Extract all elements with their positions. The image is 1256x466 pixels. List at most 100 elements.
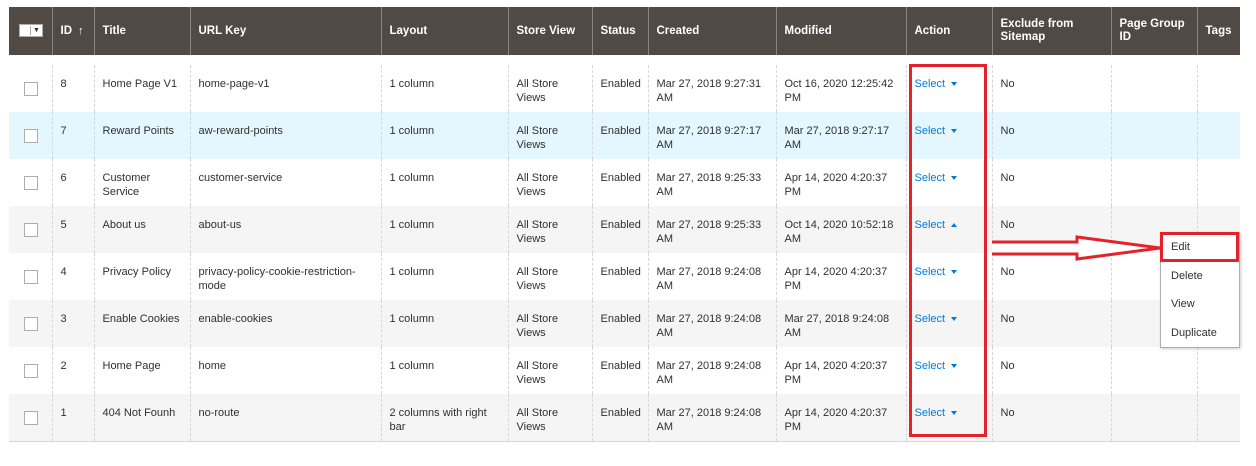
table-row[interactable]: 3 Enable Cookies enable-cookies 1 column All… (9, 300, 1240, 347)
cell-id: 6 (52, 159, 95, 206)
action-dropdown-menu: Edit Delete View Duplicate (1160, 232, 1240, 348)
cell-id: 7 (52, 112, 95, 159)
cell-tags (1197, 159, 1240, 206)
row-checkbox[interactable] (24, 223, 38, 237)
caret-down-icon (951, 411, 958, 416)
grid-header-row: ▼ ID ↑ Title URL Key Layout Store View St… (9, 7, 1240, 55)
column-header-url-key[interactable]: URL Key (190, 7, 382, 55)
action-select-label: Select (914, 407, 946, 419)
cell-created: Mar 27, 2018 9:24:08 AM (648, 253, 777, 300)
caret-down-icon (951, 317, 958, 322)
action-select-label: Select (914, 125, 946, 137)
cell-status: Enabled (592, 206, 649, 253)
column-header-store-view[interactable]: Store View (508, 7, 593, 55)
cell-layout: 1 column (381, 300, 509, 347)
cell-exclude-sitemap: No (992, 347, 1112, 394)
cell-store-view: All Store Views (508, 347, 593, 394)
column-header-created[interactable]: Created (648, 7, 777, 55)
column-header-status[interactable]: Status (592, 7, 649, 55)
table-row[interactable]: 4 Privacy Policy privacy-policy-cookie-res… (9, 253, 1240, 300)
cell-status: Enabled (592, 159, 649, 206)
cell-created: Mar 27, 2018 9:25:33 AM (648, 206, 777, 253)
column-header-id[interactable]: ID ↑ (52, 7, 95, 55)
column-header-action: Action (906, 7, 993, 55)
caret-down-icon (951, 176, 958, 181)
cell-url-key: customer-service (190, 159, 382, 206)
cell-created: Mar 27, 2018 9:24:08 AM (648, 300, 777, 347)
cell-id: 8 (52, 65, 95, 112)
cell-id: 4 (52, 253, 95, 300)
table-row[interactable]: 2 Home Page home 1 column All Store Views Ena… (9, 347, 1240, 394)
cell-exclude-sitemap: No (992, 253, 1112, 300)
menu-item-edit[interactable]: Edit (1161, 233, 1239, 262)
cell-created: Mar 27, 2018 9:24:08 AM (648, 347, 777, 394)
cell-url-key: home (190, 347, 382, 394)
action-select-button[interactable]: Select (915, 266, 958, 278)
cell-modified: Apr 14, 2020 4:20:37 PM (776, 347, 907, 394)
row-checkbox[interactable] (24, 270, 38, 284)
cell-store-view: All Store Views (508, 300, 593, 347)
row-checkbox[interactable] (24, 176, 38, 190)
cell-store-view: All Store Views (508, 65, 593, 112)
menu-item-duplicate[interactable]: Duplicate (1161, 319, 1239, 348)
cell-action: Select (906, 394, 993, 442)
sort-ascending-icon[interactable]: ↑ (78, 25, 84, 37)
action-select-label: Select (914, 219, 946, 231)
cell-action: Select (906, 65, 993, 112)
column-header-exclude-sitemap[interactable]: Exclude from Sitemap (992, 7, 1112, 55)
cell-action: Select (906, 253, 993, 300)
column-header-page-group-id[interactable]: Page Group ID (1111, 7, 1198, 55)
mass-action-header[interactable]: ▼ (9, 7, 53, 55)
cell-action: Select (906, 300, 993, 347)
cell-action: Select (906, 159, 993, 206)
row-checkbox[interactable] (24, 129, 38, 143)
cell-modified: Apr 14, 2020 4:20:37 PM (776, 159, 907, 206)
table-row[interactable]: 8 Home Page V1 home-page-v1 1 column All Sto… (9, 65, 1240, 112)
column-header-title[interactable]: Title (94, 7, 191, 55)
cell-url-key: enable-cookies (190, 300, 382, 347)
cell-layout: 1 column (381, 253, 509, 300)
cell-store-view: All Store Views (508, 159, 593, 206)
cell-action: Select (906, 347, 993, 394)
row-checkbox[interactable] (24, 317, 38, 331)
column-header-layout[interactable]: Layout (381, 7, 509, 55)
caret-down-icon (951, 270, 958, 275)
checkbox-dropdown-icon[interactable]: ▼ (19, 23, 43, 37)
cell-title: 404 Not Founh (94, 394, 191, 442)
cell-store-view: All Store Views (508, 206, 593, 253)
cell-status: Enabled (592, 253, 649, 300)
action-select-button[interactable]: Select (915, 172, 958, 184)
cell-url-key: no-route (190, 394, 382, 442)
action-select-button[interactable]: Select (915, 125, 958, 137)
cell-modified: Mar 27, 2018 9:24:08 AM (776, 300, 907, 347)
menu-item-view[interactable]: View (1161, 290, 1239, 319)
cell-title: Reward Points (94, 112, 191, 159)
action-select-button[interactable]: Select (915, 313, 958, 325)
column-header-modified[interactable]: Modified (776, 7, 907, 55)
cell-page-group-id (1111, 65, 1198, 112)
cell-select (9, 253, 53, 300)
cell-layout: 1 column (381, 206, 509, 253)
cell-status: Enabled (592, 394, 649, 442)
cell-exclude-sitemap: No (992, 112, 1112, 159)
action-select-button[interactable]: Select (915, 78, 958, 90)
menu-item-delete[interactable]: Delete (1161, 262, 1239, 291)
cell-url-key: aw-reward-points (190, 112, 382, 159)
table-row[interactable]: 5 About us about-us 1 column All Store Views… (9, 206, 1240, 253)
table-row[interactable]: 7 Reward Points aw-reward-points 1 column Al… (9, 112, 1240, 159)
row-checkbox[interactable] (24, 82, 38, 96)
table-row[interactable]: 1 404 Not Founh no-route 2 columns with rig… (9, 394, 1240, 442)
cell-tags (1197, 112, 1240, 159)
row-checkbox[interactable] (24, 411, 38, 425)
row-checkbox[interactable] (24, 364, 38, 378)
action-select-button[interactable]: Select (915, 407, 958, 419)
cell-created: Mar 27, 2018 9:24:08 AM (648, 394, 777, 442)
cell-title: About us (94, 206, 191, 253)
column-header-tags[interactable]: Tags (1197, 7, 1240, 55)
table-row[interactable]: 6 Customer Service customer-service 1 colum… (9, 159, 1240, 206)
action-select-button[interactable]: Select (915, 360, 958, 372)
cell-modified: Oct 16, 2020 12:25:42 PM (776, 65, 907, 112)
action-select-button[interactable]: Select (915, 219, 958, 231)
cell-exclude-sitemap: No (992, 206, 1112, 253)
cell-page-group-id (1111, 347, 1198, 394)
